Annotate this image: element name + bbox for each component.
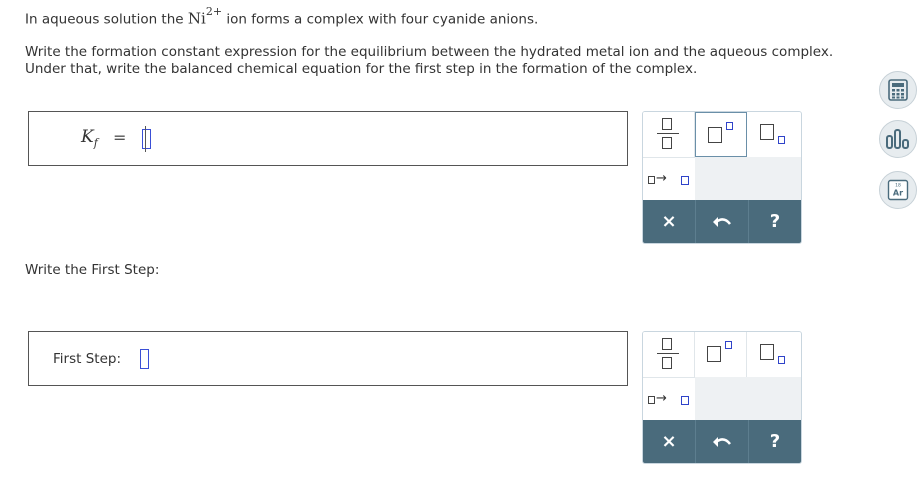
instruction-line-2: Under that, write the balanced chemical … [25, 61, 698, 77]
fraction-bar-icon [657, 133, 679, 134]
superscript-button[interactable] [695, 112, 747, 157]
first-step-answer-box[interactable]: First Step: [28, 331, 628, 386]
ion-charge: 2+ [205, 5, 223, 18]
bar-chart-icon [886, 129, 909, 149]
fraction-button[interactable] [643, 112, 695, 157]
kf-letter: K [81, 127, 94, 147]
superscript-box-icon [726, 122, 733, 130]
base-box-icon [760, 124, 774, 140]
kf-answer-box[interactable]: Kf = [28, 111, 628, 166]
calculator-button[interactable] [879, 71, 917, 109]
superscript-button[interactable] [695, 332, 747, 377]
undo-icon [713, 216, 731, 227]
question-instructions: Write the formation constant expression … [25, 44, 833, 78]
clear-button[interactable]: × [643, 200, 696, 243]
instruction-line-1: Write the formation constant expression … [25, 44, 834, 60]
clear-button[interactable]: × [643, 420, 696, 463]
write-first-step-label: Write the First Step: [25, 262, 160, 278]
subscript-box-icon [778, 356, 785, 364]
base-box-icon [708, 127, 722, 143]
kf-subscript: f [93, 136, 98, 150]
fraction-button[interactable] [643, 332, 695, 377]
denominator-box-icon [662, 137, 672, 149]
superscript-box-icon [725, 341, 732, 349]
reactant-box-icon [648, 176, 655, 184]
question-intro: In aqueous solution the Ni2+ ion forms a… [25, 5, 539, 28]
kf-symbol: Kf [81, 127, 98, 149]
base-box-icon [760, 344, 774, 360]
first-step-label: First Step: [53, 351, 121, 367]
undo-button[interactable] [696, 200, 749, 243]
ion-symbol: Ni [187, 9, 206, 28]
periodic-table-button[interactable]: 18 Ar [879, 171, 917, 209]
reaction-arrow-button[interactable]: → [643, 377, 695, 420]
intro-before: In aqueous solution the [25, 11, 184, 28]
kf-input-cursor[interactable] [142, 126, 151, 152]
help-button[interactable]: ? [749, 200, 801, 243]
denominator-box-icon [662, 357, 672, 369]
calculator-icon [888, 79, 908, 101]
arrow-icon: → [656, 171, 667, 186]
subscript-button[interactable] [747, 112, 799, 157]
undo-button[interactable] [696, 420, 749, 463]
product-box-icon [681, 396, 689, 405]
arrow-icon: → [656, 391, 667, 406]
data-chart-button[interactable] [879, 120, 917, 158]
periodic-table-icon: 18 Ar [887, 179, 909, 201]
fraction-bar-icon [657, 353, 679, 354]
reaction-arrow-button[interactable]: → [643, 157, 695, 200]
base-box-icon [707, 346, 721, 362]
periodic-symbol-text: Ar [893, 189, 903, 198]
reactant-box-icon [648, 396, 655, 404]
numerator-box-icon [662, 118, 672, 130]
numerator-box-icon [662, 338, 672, 350]
math-palette-2: → × ? [642, 331, 802, 464]
subscript-button[interactable] [747, 332, 799, 377]
product-box-icon [681, 176, 689, 185]
undo-icon [713, 436, 731, 447]
help-button[interactable]: ? [749, 420, 801, 463]
equals-sign: = [113, 128, 127, 147]
math-palette-1: → × ? [642, 111, 802, 244]
intro-after: ion forms a complex with four cyanide an… [226, 11, 539, 28]
first-step-input-cursor[interactable] [140, 349, 149, 369]
subscript-box-icon [778, 136, 785, 144]
